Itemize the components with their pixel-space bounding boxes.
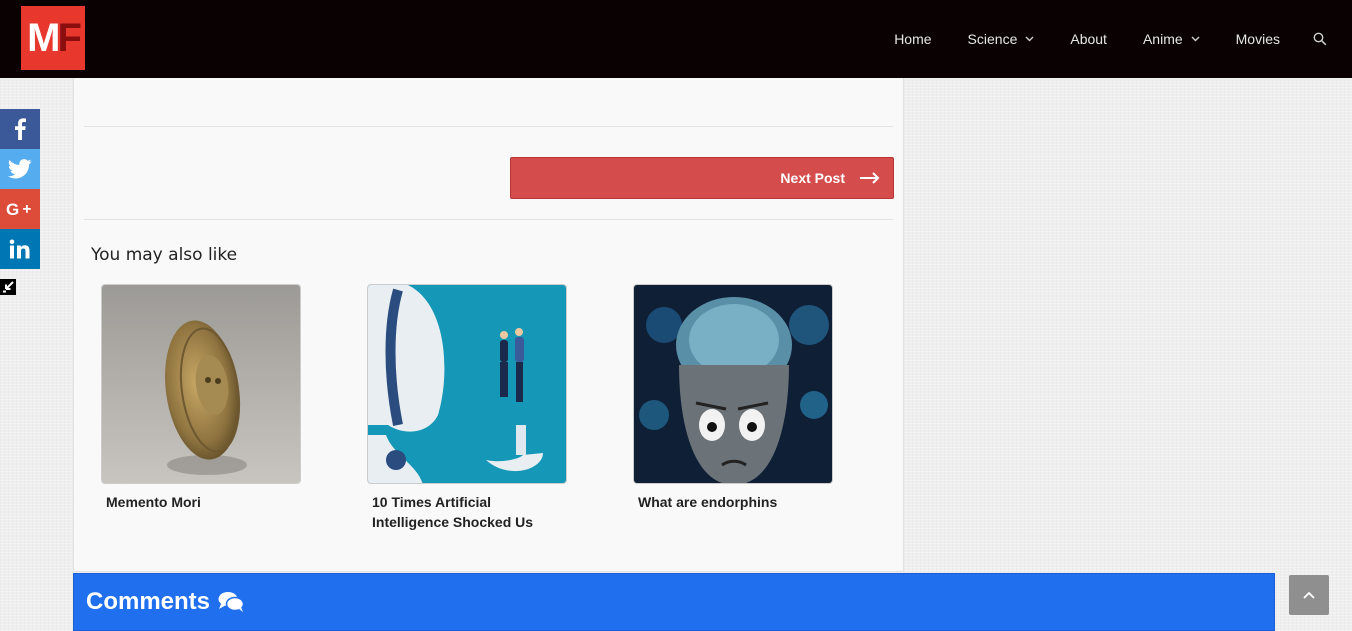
arrow-right-icon bbox=[860, 172, 880, 184]
facebook-share-button[interactable] bbox=[0, 109, 40, 149]
nav-label: Home bbox=[894, 31, 932, 47]
nav-label: Movies bbox=[1235, 31, 1280, 47]
article-content: Next Post You may also like Memento Mori… bbox=[73, 78, 904, 572]
related-posts-heading: You may also like bbox=[91, 245, 238, 265]
top-navbar: MF Home Science About Anime Movies bbox=[0, 0, 1352, 78]
related-post-title[interactable]: Memento Mori bbox=[101, 492, 301, 512]
facebook-icon bbox=[15, 118, 26, 140]
related-post-title[interactable]: 10 Times Artificial Intelligence Shocked… bbox=[367, 492, 567, 532]
related-post-thumbnail[interactable] bbox=[633, 284, 833, 484]
nav-label: About bbox=[1070, 31, 1107, 47]
related-post-card[interactable]: Memento Mori bbox=[101, 284, 301, 512]
chevron-up-icon bbox=[1303, 591, 1315, 599]
linkedin-icon bbox=[9, 239, 30, 259]
logo-letter-m: M bbox=[27, 15, 60, 60]
comments-section-header: Comments bbox=[73, 573, 1275, 631]
nav-item-anime[interactable]: Anime bbox=[1125, 0, 1218, 78]
chevron-down-icon bbox=[1191, 36, 1200, 42]
related-post-card[interactable]: 10 Times Artificial Intelligence Shocked… bbox=[367, 284, 567, 532]
related-post-thumbnail[interactable] bbox=[367, 284, 567, 484]
related-post-card[interactable]: What are endorphins bbox=[633, 284, 833, 512]
social-share-bar: G bbox=[0, 109, 40, 269]
related-post-thumbnail[interactable] bbox=[101, 284, 301, 484]
hide-share-bar-button[interactable] bbox=[0, 279, 16, 295]
site-logo[interactable]: MF bbox=[21, 6, 85, 70]
comments-icon bbox=[218, 592, 245, 612]
logo-letter-f: F bbox=[57, 15, 82, 60]
nav-item-home[interactable]: Home bbox=[876, 0, 949, 78]
next-post-button[interactable]: Next Post bbox=[510, 157, 894, 199]
nav-label: Anime bbox=[1142, 31, 1183, 47]
nav-label: Science bbox=[967, 31, 1018, 47]
google-plus-share-button[interactable]: G bbox=[0, 189, 40, 229]
comments-label: Comments bbox=[86, 588, 211, 615]
twitter-share-button[interactable] bbox=[0, 149, 40, 189]
twitter-icon bbox=[8, 159, 32, 179]
linkedin-share-button[interactable] bbox=[0, 229, 40, 269]
chevron-down-icon bbox=[1025, 36, 1034, 42]
google-plus-icon: G bbox=[6, 201, 31, 217]
search-icon[interactable] bbox=[1298, 0, 1342, 78]
next-post-label: Next Post bbox=[780, 170, 845, 186]
divider bbox=[84, 126, 893, 127]
nav-item-movies[interactable]: Movies bbox=[1218, 0, 1298, 78]
nav-item-about[interactable]: About bbox=[1052, 0, 1125, 78]
main-nav: Home Science About Anime Movies bbox=[876, 0, 1352, 78]
related-post-title[interactable]: What are endorphins bbox=[633, 492, 833, 512]
divider bbox=[84, 219, 893, 220]
svg-text:G: G bbox=[6, 201, 19, 217]
nav-item-science[interactable]: Science bbox=[950, 0, 1053, 78]
collapse-arrow-icon bbox=[3, 281, 14, 293]
scroll-to-top-button[interactable] bbox=[1289, 575, 1329, 615]
comments-title: Comments bbox=[86, 588, 245, 616]
